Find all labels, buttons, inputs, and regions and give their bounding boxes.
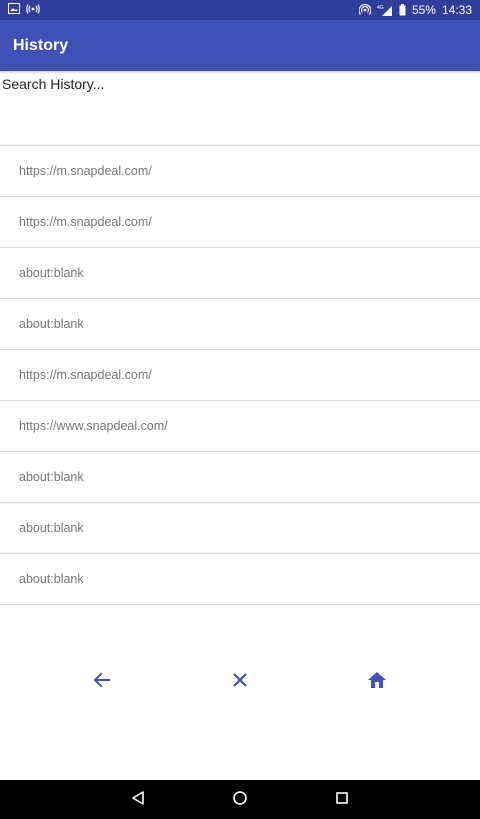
- back-button[interactable]: [90, 670, 114, 694]
- image-notification-icon: [8, 3, 20, 17]
- history-item-url: about:blank: [19, 317, 84, 331]
- battery-icon: [399, 4, 406, 16]
- history-item[interactable]: about:blank: [0, 299, 480, 350]
- nav-home-button[interactable]: [229, 789, 251, 811]
- search-field-container: [0, 72, 480, 146]
- home-icon: [367, 671, 387, 694]
- history-list: https://m.snapdeal.com/ https://m.snapde…: [0, 146, 480, 605]
- history-item-url: https://m.snapdeal.com/: [19, 368, 152, 382]
- history-item[interactable]: https://www.snapdeal.com/: [0, 401, 480, 452]
- status-bar: 4G 55% 14:33: [0, 0, 480, 20]
- history-item-url: about:blank: [19, 470, 84, 484]
- history-item-url: https://m.snapdeal.com/: [19, 164, 152, 178]
- history-item[interactable]: about:blank: [0, 554, 480, 605]
- status-left: [8, 3, 40, 17]
- history-item[interactable]: https://m.snapdeal.com/: [0, 146, 480, 197]
- nav-back-button[interactable]: [127, 789, 149, 811]
- page-title: History: [13, 36, 69, 54]
- history-item[interactable]: https://m.snapdeal.com/: [0, 197, 480, 248]
- history-item-url: about:blank: [19, 572, 84, 586]
- system-nav-bar: [0, 780, 480, 819]
- triangle-back-icon: [130, 790, 146, 811]
- clock: 14:33: [441, 3, 472, 17]
- status-right: 4G 55% 14:33: [358, 3, 472, 17]
- history-item-url: https://www.snapdeal.com/: [19, 419, 168, 433]
- nav-recents-button[interactable]: [331, 789, 353, 811]
- square-recents-icon: [334, 790, 350, 811]
- broadcast-icon: [26, 3, 40, 17]
- signal-icon: 4G: [377, 4, 393, 16]
- clear-button[interactable]: [228, 670, 252, 694]
- search-input[interactable]: [2, 76, 478, 92]
- history-item[interactable]: about:blank: [0, 248, 480, 299]
- svg-text:4G: 4G: [377, 5, 384, 11]
- history-item[interactable]: https://m.snapdeal.com/: [0, 350, 480, 401]
- bottom-toolbar: [0, 658, 480, 706]
- history-item[interactable]: about:blank: [0, 452, 480, 503]
- history-item-url: about:blank: [19, 521, 84, 535]
- back-arrow-icon: [93, 671, 111, 694]
- circle-home-icon: [232, 790, 248, 811]
- close-icon: [232, 672, 248, 693]
- home-button[interactable]: [365, 670, 389, 694]
- history-item-url: https://m.snapdeal.com/: [19, 215, 152, 229]
- history-item[interactable]: about:blank: [0, 503, 480, 554]
- app-bar: History: [0, 20, 480, 71]
- hotspot-icon: [358, 4, 371, 16]
- history-item-url: about:blank: [19, 266, 84, 280]
- battery-level: 55%: [411, 3, 436, 17]
